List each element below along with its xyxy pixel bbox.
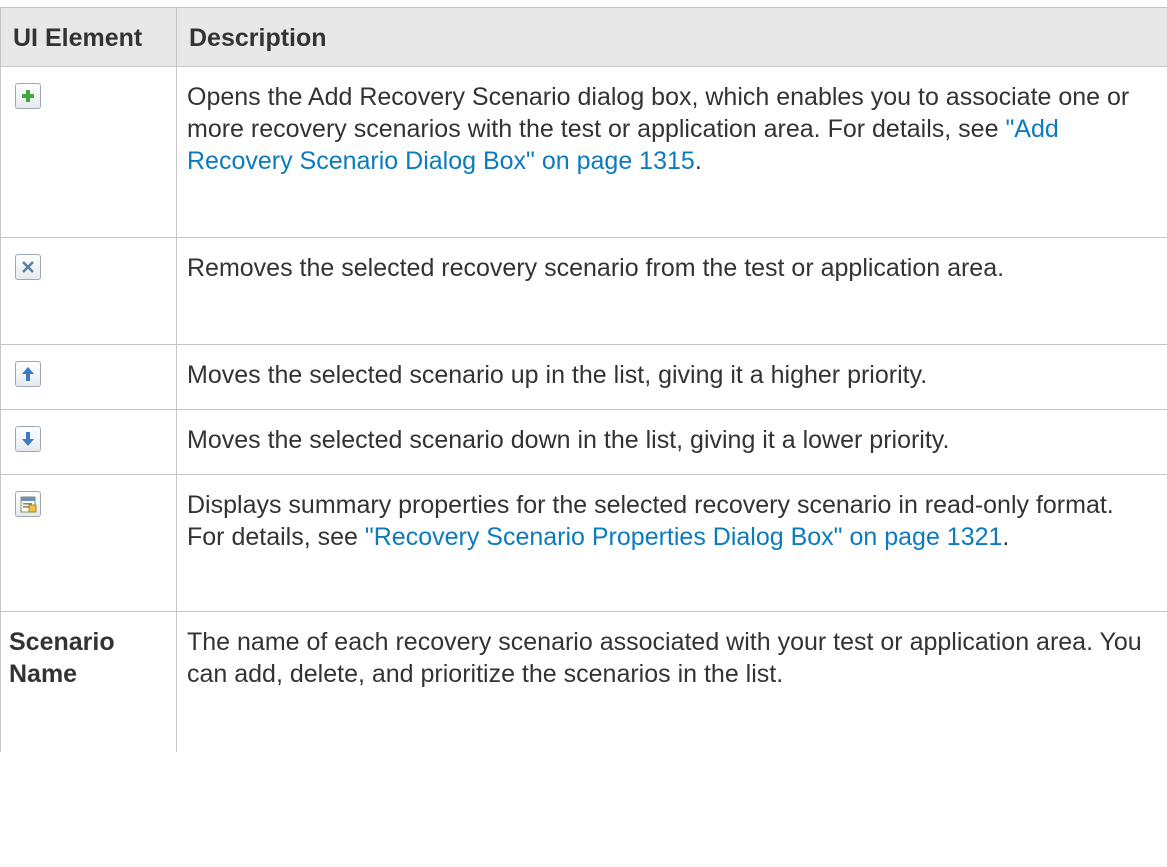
add-icon[interactable] xyxy=(15,83,41,109)
remove-icon[interactable] xyxy=(15,254,41,280)
description-cell: Displays summary properties for the sele… xyxy=(176,474,1167,612)
table-row: Moves the selected scenario down in the … xyxy=(0,409,1167,475)
description-text: Moves the selected scenario down in the … xyxy=(187,426,950,454)
ui-elements-table: UI Element Description Opens the Add Rec… xyxy=(0,7,1167,752)
description-text: Removes the selected recovery scenario f… xyxy=(187,254,1005,282)
ui-element-cell xyxy=(0,344,177,410)
table-row: Scenario Name The name of each recovery … xyxy=(0,611,1167,752)
table-row: Opens the Add Recovery Scenario dialog b… xyxy=(0,66,1167,238)
table-header-row: UI Element Description xyxy=(0,7,1167,67)
description-end: . xyxy=(1002,523,1010,551)
description-text: The name of each recovery scenario assoc… xyxy=(187,628,1142,688)
move-down-icon[interactable] xyxy=(15,426,41,452)
table-row: Displays summary properties for the sele… xyxy=(0,474,1167,612)
header-description: Description xyxy=(176,7,1167,67)
move-up-icon[interactable] xyxy=(15,361,41,387)
ui-element-cell xyxy=(0,409,177,475)
description-cell: Moves the selected scenario up in the li… xyxy=(176,344,1167,410)
ui-element-cell xyxy=(0,66,177,238)
description-text: Opens the Add Recovery Scenario dialog b… xyxy=(187,83,1130,143)
table-row: Removes the selected recovery scenario f… xyxy=(0,237,1167,345)
description-cell: Removes the selected recovery scenario f… xyxy=(176,237,1167,345)
ui-element-name: Scenario Name xyxy=(0,611,177,752)
ui-element-cell xyxy=(0,237,177,345)
description-end: . xyxy=(694,147,702,175)
dialog-link[interactable]: "Recovery Scenario Properties Dialog Box… xyxy=(365,523,1003,551)
description-cell: Opens the Add Recovery Scenario dialog b… xyxy=(176,66,1167,238)
properties-icon[interactable] xyxy=(15,491,41,517)
description-cell: The name of each recovery scenario assoc… xyxy=(176,611,1167,752)
table-row: Moves the selected scenario up in the li… xyxy=(0,344,1167,410)
description-text: Moves the selected scenario up in the li… xyxy=(187,361,928,389)
description-cell: Moves the selected scenario down in the … xyxy=(176,409,1167,475)
ui-element-cell xyxy=(0,474,177,612)
header-ui-element: UI Element xyxy=(0,7,177,67)
